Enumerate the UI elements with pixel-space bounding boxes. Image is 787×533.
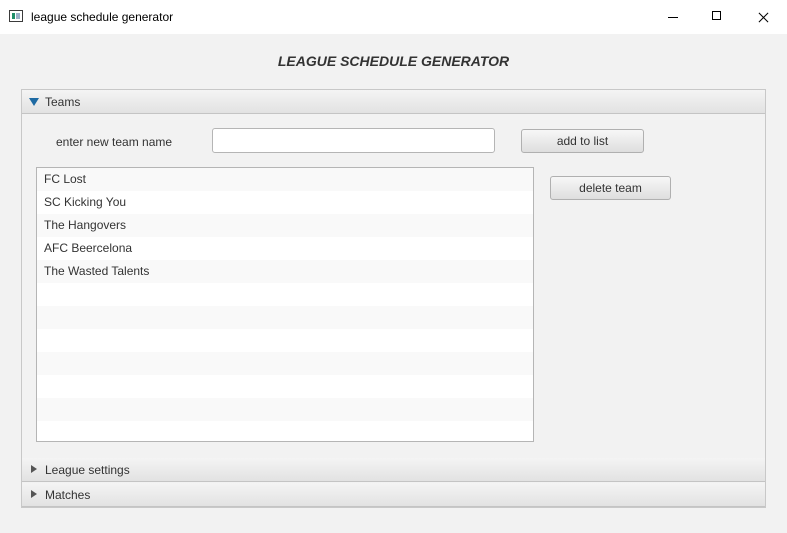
minimize-icon[interactable]: [650, 0, 696, 34]
team-name-input[interactable]: [212, 128, 495, 153]
app-icon: [9, 10, 23, 22]
list-item[interactable]: SC Kicking You: [37, 191, 533, 214]
collapsed-arrow-icon: [31, 490, 37, 498]
matches-pane-header[interactable]: Matches: [22, 483, 765, 507]
accordion: Teams enter new team name add to list FC…: [21, 89, 766, 508]
list-item[interactable]: The Hangovers: [37, 214, 533, 237]
app-window: league schedule generator LEAGUE SCHEDUL…: [0, 0, 787, 533]
empty-list-row: [37, 421, 533, 441]
league-settings-pane-header[interactable]: League settings: [22, 458, 765, 482]
matches-pane-label: Matches: [45, 488, 91, 502]
teams-pane-content: enter new team name add to list FC Lost …: [22, 114, 765, 458]
teams-pane-label: Teams: [45, 95, 81, 109]
collapsed-arrow-icon: [31, 465, 37, 473]
empty-list-row: [37, 352, 533, 375]
team-list[interactable]: FC Lost SC Kicking You The Hangovers AFC…: [36, 167, 534, 442]
title-bar[interactable]: league schedule generator: [0, 0, 787, 34]
maximize-icon[interactable]: [694, 0, 740, 34]
list-item[interactable]: FC Lost: [37, 168, 533, 191]
empty-list-row: [37, 306, 533, 329]
empty-list-row: [37, 283, 533, 306]
empty-list-row: [37, 329, 533, 352]
teams-pane-header[interactable]: Teams: [22, 90, 765, 114]
list-item[interactable]: AFC Beercelona: [37, 237, 533, 260]
window-title: league schedule generator: [31, 10, 174, 24]
delete-team-button[interactable]: delete team: [550, 176, 671, 200]
team-name-label: enter new team name: [56, 135, 173, 149]
add-to-list-button[interactable]: add to list: [521, 129, 644, 153]
empty-list-row: [37, 375, 533, 398]
page-title: LEAGUE SCHEDULE GENERATOR: [277, 53, 510, 69]
list-item[interactable]: The Wasted Talents: [37, 260, 533, 283]
empty-list-row: [37, 398, 533, 421]
expanded-arrow-icon: [29, 98, 39, 106]
league-settings-pane-label: League settings: [45, 463, 130, 477]
close-icon[interactable]: [740, 0, 786, 34]
